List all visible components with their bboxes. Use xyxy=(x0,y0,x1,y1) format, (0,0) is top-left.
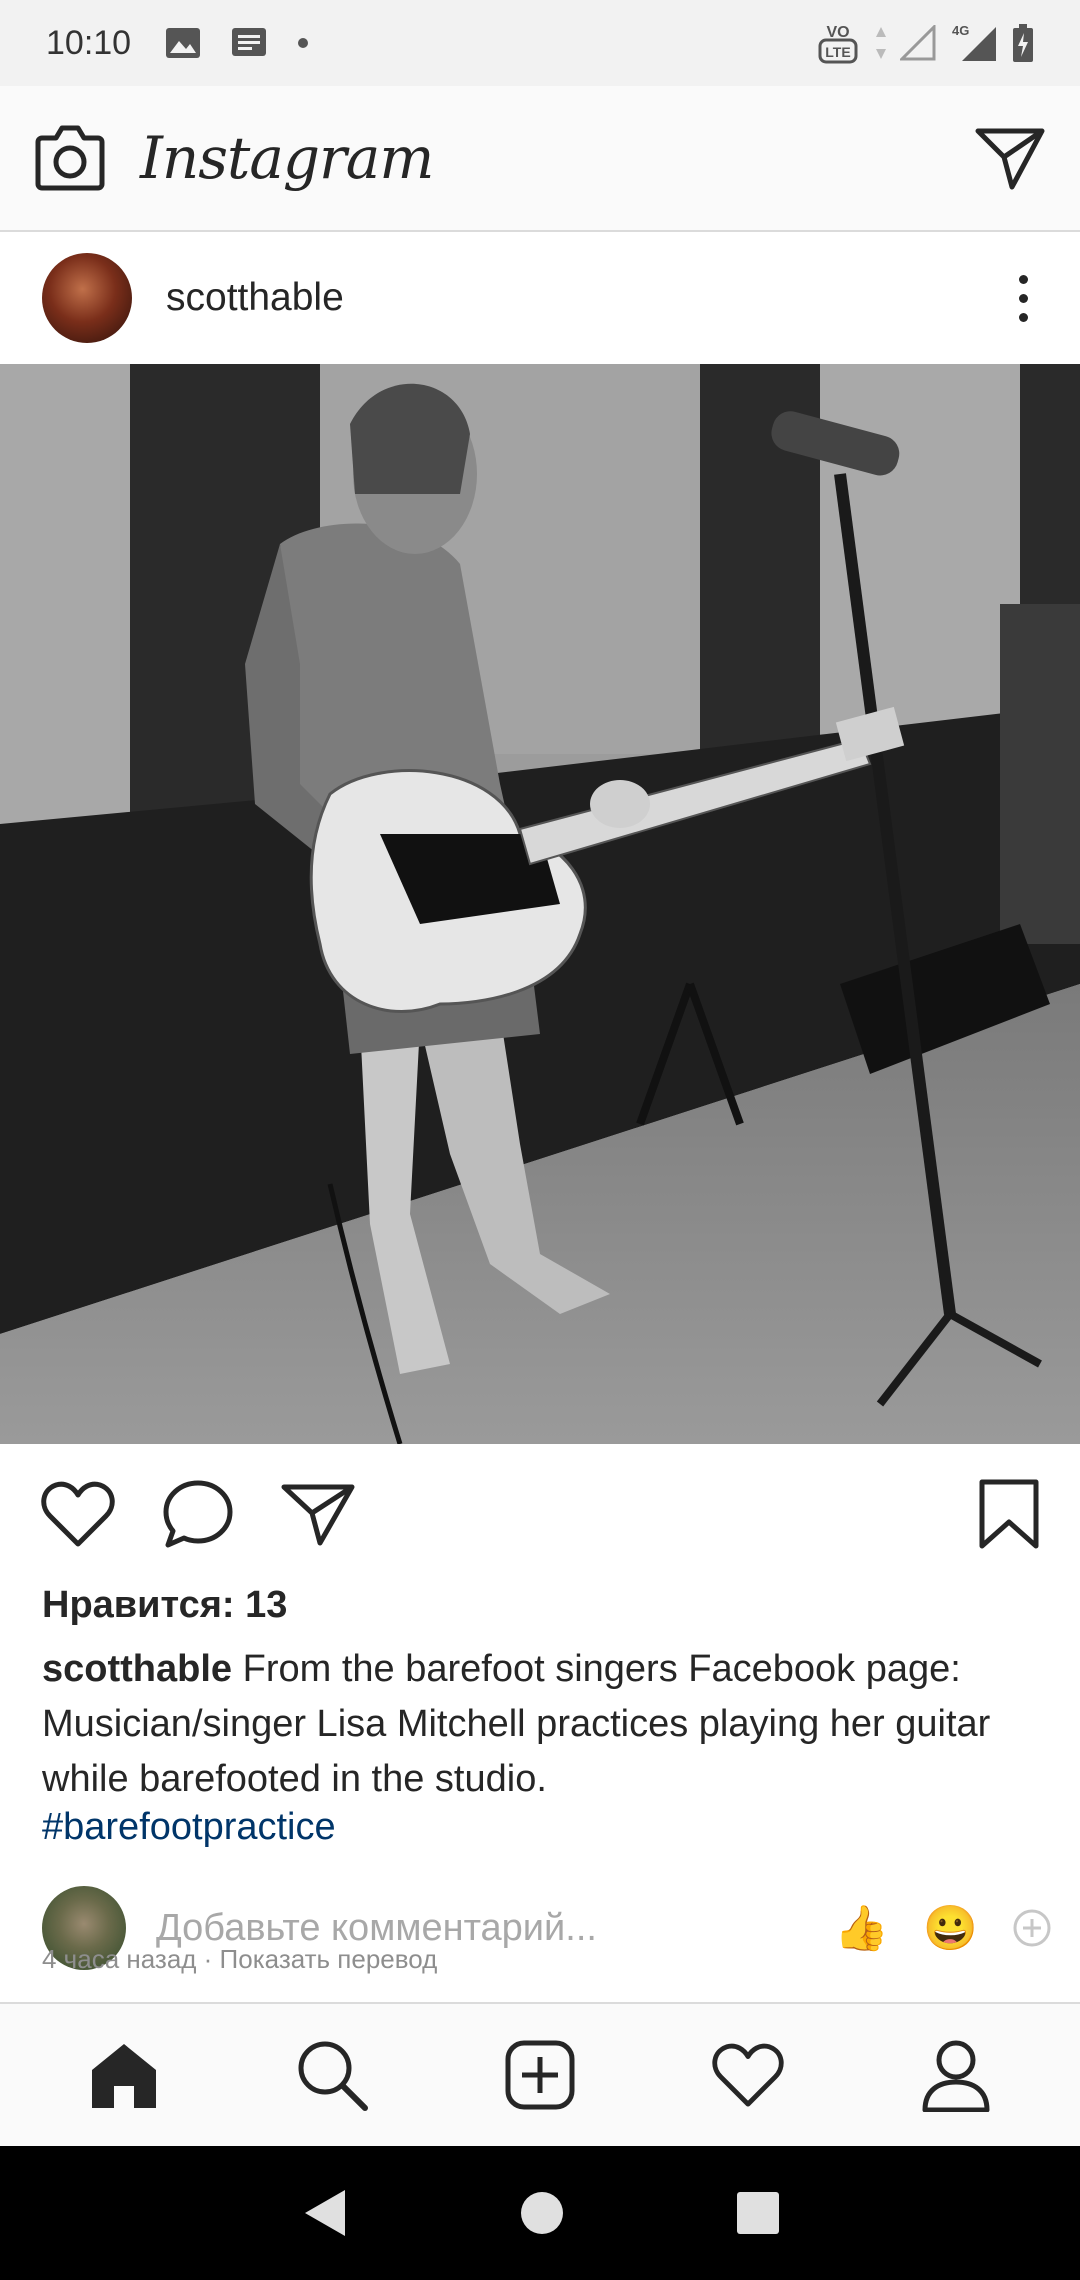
post-header: scotthable xyxy=(0,232,1080,364)
battery-icon xyxy=(1013,24,1033,62)
share-icon[interactable] xyxy=(280,1481,356,1547)
back-icon[interactable] xyxy=(299,2186,349,2240)
more-options-icon[interactable] xyxy=(1008,274,1038,322)
likes-count[interactable]: Нравится: 13 xyxy=(42,1584,287,1627)
caption-username[interactable]: scotthable xyxy=(42,1648,232,1690)
home-icon[interactable] xyxy=(70,2021,178,2129)
post-caption: scotthable From the barefoot singers Fac… xyxy=(42,1642,1042,1807)
svg-text:4G: 4G xyxy=(952,23,969,38)
status-bar: 10:10 LTE VO 4G xyxy=(0,0,1080,86)
post-photo[interactable] xyxy=(0,364,1080,1444)
search-icon[interactable] xyxy=(278,2021,386,2129)
like-icon[interactable] xyxy=(40,1480,116,1548)
data-arrows-icon xyxy=(876,27,886,59)
image-icon xyxy=(166,28,201,58)
add-emoji-icon[interactable] xyxy=(1012,1908,1052,1948)
status-time: 10:10 xyxy=(46,23,132,62)
profile-icon[interactable] xyxy=(902,2021,1010,2129)
status-left-icons xyxy=(165,27,309,59)
post-username[interactable]: scotthable xyxy=(166,276,344,320)
svg-text:VO: VO xyxy=(826,24,849,41)
home-circle-icon[interactable] xyxy=(519,2190,565,2236)
volte-icon: LTE VO xyxy=(818,24,858,64)
signal-4g-icon: 4G xyxy=(952,23,996,61)
status-right-icons: LTE VO 4G xyxy=(818,20,1034,66)
caption-hashtag[interactable]: #barefootpractice xyxy=(42,1806,336,1849)
more-dot xyxy=(1018,293,1028,303)
camera-icon[interactable] xyxy=(34,124,106,192)
app-header: Instagram xyxy=(0,86,1080,232)
direct-message-icon[interactable] xyxy=(974,125,1046,191)
post-action-bar xyxy=(0,1444,1080,1584)
dot-icon xyxy=(298,38,309,48)
bottom-nav xyxy=(0,2002,1080,2146)
recents-icon[interactable] xyxy=(735,2190,781,2236)
comment-icon[interactable] xyxy=(162,1479,234,1549)
barefoot-guitarist-photo xyxy=(0,364,1080,1444)
instagram-logo: Instagram xyxy=(140,124,434,192)
grinning-emoji-button[interactable]: 😀 xyxy=(923,1902,978,1954)
thumbs-up-emoji-button[interactable]: 👍 xyxy=(834,1902,889,1954)
new-post-icon[interactable] xyxy=(486,2021,594,2129)
post-timestamp[interactable]: 4 часа назад · Показать перевод xyxy=(42,1944,437,2004)
post-author-avatar[interactable] xyxy=(42,253,132,343)
more-dot xyxy=(1018,312,1028,322)
system-nav-bar xyxy=(0,2146,1080,2280)
activity-icon[interactable] xyxy=(694,2021,802,2129)
svg-text:LTE: LTE xyxy=(825,44,850,60)
bookmark-icon[interactable] xyxy=(978,1478,1040,1550)
message-icon xyxy=(232,28,267,56)
more-dot xyxy=(1018,274,1028,284)
signal-empty-icon xyxy=(900,25,936,61)
